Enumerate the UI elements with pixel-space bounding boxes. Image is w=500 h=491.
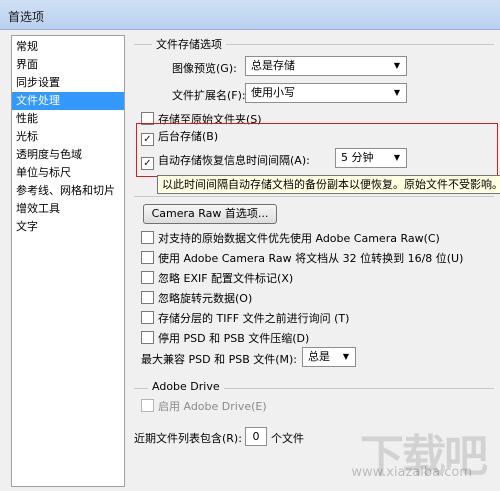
autosave-checkbox[interactable]: ✓ (141, 157, 154, 170)
background-save-checkbox[interactable]: ✓ (141, 133, 154, 146)
adobe-drive-group-title: Adobe Drive (148, 380, 224, 393)
image-preview-value: 总是存储 (251, 59, 295, 72)
background-save-row[interactable]: ✓ 后台存储(B) (141, 128, 218, 146)
sidebar-item-sync-settings[interactable]: 同步设置 (12, 74, 124, 92)
extension-select[interactable]: 使用小写 ▼ (245, 83, 407, 103)
adobe-drive-row[interactable]: 启用 Adobe Drive(E) (141, 398, 267, 414)
group-divider (134, 196, 494, 197)
extension-value: 使用小写 (251, 86, 295, 99)
compat-option-row[interactable]: 停用 PSD 和 PSB 文件压缩(D) (141, 330, 309, 346)
max-compat-value: 总是 (308, 350, 330, 363)
prefer-camera-raw-checkbox[interactable] (141, 231, 154, 244)
title-bar: 首选项 (0, 0, 500, 30)
compat-option-row[interactable]: 忽略旋转元数据(O) (141, 290, 252, 306)
file-saving-group-title: 文件存储选项 (152, 36, 226, 52)
sidebar-item-performance[interactable]: 性能 (12, 110, 124, 128)
compat-option-row[interactable]: 使用 Adobe Camera Raw 将文档从 32 位转换到 16/8 位(… (141, 250, 463, 266)
max-compat-label: 最大兼容 PSD 和 PSB 文件(M): (141, 353, 298, 366)
sidebar-item-general[interactable]: 常规 (12, 38, 124, 56)
sidebar-item-cursors[interactable]: 光标 (12, 128, 124, 146)
sidebar-item-plugins[interactable]: 增效工具 (12, 200, 124, 218)
disable-psd-compression-label: 停用 PSD 和 PSB 文件压缩(D) (158, 332, 310, 345)
ignore-rotation-label: 忽略旋转元数据(O) (158, 292, 253, 305)
max-compat-select[interactable]: 总是 ▼ (302, 347, 356, 367)
recent-files-count-input[interactable]: 0 (245, 427, 267, 446)
dropdown-arrow-icon: ▼ (342, 352, 349, 361)
compat-option-row[interactable]: 存储分层的 TIFF 文件之前进行询问 (T) (141, 310, 349, 326)
ignore-exif-label: 忽略 EXIF 配置文件标记(X) (158, 272, 294, 285)
ask-layered-tiff-label: 存储分层的 TIFF 文件之前进行询问 (T) (158, 312, 350, 325)
dropdown-arrow-icon: ▼ (393, 88, 400, 97)
autosave-interval-value: 5 分钟 (341, 151, 374, 164)
disable-psd-compression-checkbox[interactable] (141, 331, 154, 344)
dropdown-arrow-icon: ▼ (393, 61, 400, 70)
sidebar-item-transparency-gamut[interactable]: 透明度与色域 (12, 146, 124, 164)
sidebar-item-file-handling[interactable]: 文件处理 (12, 92, 124, 110)
autosave-label: 自动存储恢复信息时间间隔(A): (158, 154, 310, 167)
ask-layered-tiff-checkbox[interactable] (141, 311, 154, 324)
window-title: 首选项 (8, 10, 45, 24)
preferences-sidebar: 常规 界面 同步设置 文件处理 性能 光标 透明度与色域 单位与标尺 参考线、网… (11, 35, 125, 487)
camera-raw-convert-checkbox[interactable] (141, 251, 154, 264)
autosave-interval-select[interactable]: 5 分钟 ▼ (335, 148, 407, 168)
compat-option-row[interactable]: 忽略 EXIF 配置文件标记(X) (141, 270, 293, 286)
image-preview-label: 图像预览(G): (172, 62, 237, 75)
ignore-exif-checkbox[interactable] (141, 271, 154, 284)
sidebar-item-type[interactable]: 文字 (12, 218, 124, 236)
sidebar-item-interface[interactable]: 界面 (12, 56, 124, 74)
recent-files-suffix: 个文件 (271, 432, 304, 445)
watermark-url: www.xiazaiba.com (351, 465, 472, 480)
ignore-rotation-checkbox[interactable] (141, 291, 154, 304)
autosave-tooltip: 以此时间间隔自动存储文档的备份副本以便恢复。原始文件不受影响。 (157, 175, 500, 194)
image-preview-select[interactable]: 总是存储 ▼ (245, 56, 407, 76)
enable-adobe-drive-checkbox[interactable] (141, 399, 154, 412)
sidebar-item-units-rulers[interactable]: 单位与标尺 (12, 164, 124, 182)
dropdown-arrow-icon: ▼ (393, 153, 400, 162)
recent-files-label: 近期文件列表包含(R): (134, 432, 242, 445)
autosave-row[interactable]: ✓ 自动存储恢复信息时间间隔(A): (141, 152, 310, 170)
background-save-label: 后台存储(B) (158, 130, 219, 143)
sidebar-item-guides-grid-slices[interactable]: 参考线、网格和切片 (12, 182, 124, 200)
enable-adobe-drive-label: 启用 Adobe Drive(E) (158, 400, 267, 413)
extension-label: 文件扩展名(F): (172, 89, 246, 102)
camera-raw-preferences-button[interactable]: Camera Raw 首选项... (143, 204, 277, 224)
compat-option-row[interactable]: 对支持的原始数据文件优先使用 Adobe Camera Raw(C) (141, 230, 440, 246)
camera-raw-convert-label: 使用 Adobe Camera Raw 将文档从 32 位转换到 16/8 位(… (158, 252, 464, 265)
prefer-camera-raw-label: 对支持的原始数据文件优先使用 Adobe Camera Raw(C) (158, 232, 440, 245)
